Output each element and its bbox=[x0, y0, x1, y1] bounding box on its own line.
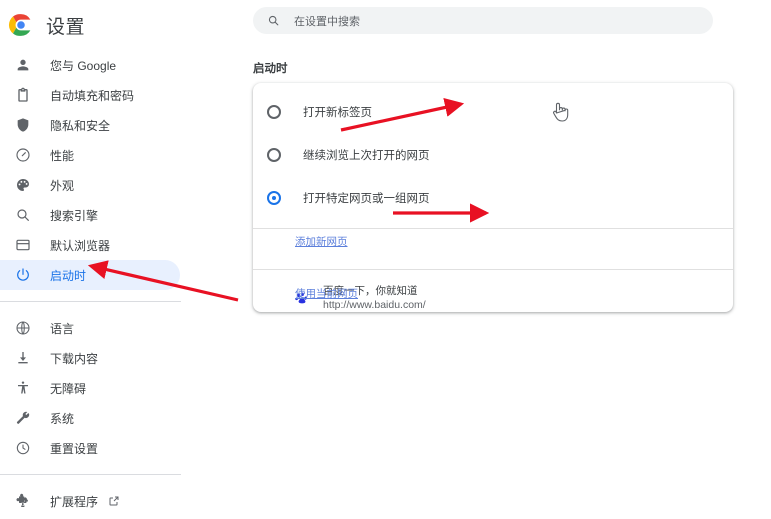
sidebar-item-on-startup[interactable]: 启动时 bbox=[0, 260, 180, 290]
sidebar-item-you-and-google[interactable]: 您与 Google bbox=[0, 50, 180, 80]
radio-button[interactable] bbox=[267, 148, 281, 162]
card-divider bbox=[253, 269, 733, 270]
section-title: 启动时 bbox=[253, 63, 288, 75]
history-icon bbox=[14, 439, 32, 457]
sidebar-item-privacy-security[interactable]: 隐私和安全 bbox=[0, 110, 180, 140]
startup-option-label: 打开特定网页或一组网页 bbox=[303, 193, 430, 205]
sidebar-item-label: 搜索引擎 bbox=[50, 208, 99, 223]
sidebar-item-label: 启动时 bbox=[50, 268, 87, 283]
sidebar-item-extensions[interactable]: 扩展程序 bbox=[0, 486, 180, 516]
page-title: 设置 bbox=[46, 16, 86, 38]
sidebar-nav: 您与 Google 自动填充和密码 隐私和安全 性能 外观 搜索引擎 默认浏览器… bbox=[0, 50, 200, 519]
sidebar-item-label: 隐私和安全 bbox=[50, 118, 111, 133]
sidebar: 设置 您与 Google 自动填充和密码 隐私和安全 性能 外观 搜索引擎 默认… bbox=[0, 0, 200, 519]
download-icon bbox=[14, 349, 32, 367]
sidebar-item-label: 外观 bbox=[50, 178, 75, 193]
search-placeholder: 在设置中搜索 bbox=[294, 15, 360, 28]
sidebar-item-label: 无障碍 bbox=[50, 381, 87, 396]
sidebar-item-languages[interactable]: 语言 bbox=[0, 313, 180, 343]
sidebar-item-label: 系统 bbox=[50, 411, 75, 426]
accessibility-icon bbox=[14, 379, 32, 397]
sidebar-item-system[interactable]: 系统 bbox=[0, 403, 180, 433]
sidebar-item-label: 语言 bbox=[50, 321, 75, 336]
sidebar-group-primary: 您与 Google 自动填充和密码 隐私和安全 性能 外观 搜索引擎 默认浏览器… bbox=[0, 50, 200, 290]
search-input[interactable]: 在设置中搜索 bbox=[253, 7, 713, 34]
puzzle-icon bbox=[14, 492, 32, 510]
startup-option-label: 继续浏览上次打开的网页 bbox=[303, 150, 430, 162]
chrome-logo-icon bbox=[8, 12, 34, 38]
sidebar-group-advanced: 语言 下载内容 无障碍 系统 重置设置 bbox=[0, 313, 200, 463]
sidebar-group-footer: 扩展程序 关于 Chrome bbox=[0, 486, 200, 519]
search-icon bbox=[14, 206, 32, 224]
clipboard-icon bbox=[14, 86, 32, 104]
hand-pointer-cursor bbox=[550, 100, 570, 124]
sidebar-item-label: 重置设置 bbox=[50, 441, 99, 456]
external-link-icon[interactable] bbox=[108, 495, 120, 507]
globe-icon bbox=[14, 319, 32, 337]
sidebar-item-reset-settings[interactable]: 重置设置 bbox=[0, 433, 180, 463]
settings-window: 设置 您与 Google 自动填充和密码 隐私和安全 性能 外观 搜索引擎 默认… bbox=[0, 0, 771, 519]
sidebar-item-performance[interactable]: 性能 bbox=[0, 140, 180, 170]
power-icon bbox=[14, 266, 32, 284]
startup-option-specific-pages[interactable]: 打开特定网页或一组网页 bbox=[253, 183, 733, 213]
sidebar-item-default-browser[interactable]: 默认浏览器 bbox=[0, 230, 180, 260]
sidebar-item-label: 自动填充和密码 bbox=[50, 88, 135, 103]
sidebar-item-label: 默认浏览器 bbox=[50, 238, 111, 253]
palette-icon bbox=[14, 176, 32, 194]
startup-option-new-tab[interactable]: 打开新标签页 bbox=[253, 97, 733, 127]
startup-option-continue[interactable]: 继续浏览上次打开的网页 bbox=[253, 140, 733, 170]
add-new-page-link[interactable]: 添加新网页 bbox=[295, 234, 348, 249]
radio-button[interactable] bbox=[267, 191, 281, 205]
startup-option-label: 打开新标签页 bbox=[303, 107, 372, 119]
sidebar-item-label: 您与 Google bbox=[50, 58, 117, 73]
sidebar-item-label: 性能 bbox=[50, 148, 75, 163]
sidebar-item-appearance[interactable]: 外观 bbox=[0, 170, 180, 200]
sidebar-item-autofill[interactable]: 自动填充和密码 bbox=[0, 80, 180, 110]
sidebar-item-accessibility[interactable]: 无障碍 bbox=[0, 373, 180, 403]
search-icon bbox=[267, 14, 280, 27]
sidebar-item-label: 下载内容 bbox=[50, 351, 99, 366]
wrench-icon bbox=[14, 409, 32, 427]
radio-button[interactable] bbox=[267, 105, 281, 119]
use-current-pages-link[interactable]: 使用当前网页 bbox=[295, 286, 358, 301]
shield-icon bbox=[14, 116, 32, 134]
gauge-icon bbox=[14, 146, 32, 164]
app-brand: 设置 bbox=[0, 0, 200, 50]
startup-settings-card: 打开新标签页 继续浏览上次打开的网页 打开特定网页或一组网页 百度一下，你就知道… bbox=[253, 83, 733, 312]
sidebar-item-downloads[interactable]: 下载内容 bbox=[0, 343, 180, 373]
card-divider bbox=[253, 228, 733, 229]
person-icon bbox=[14, 56, 32, 74]
sidebar-item-label: 扩展程序 bbox=[50, 494, 99, 509]
browser-icon bbox=[14, 236, 32, 254]
sidebar-item-search-engine[interactable]: 搜索引擎 bbox=[0, 200, 180, 230]
